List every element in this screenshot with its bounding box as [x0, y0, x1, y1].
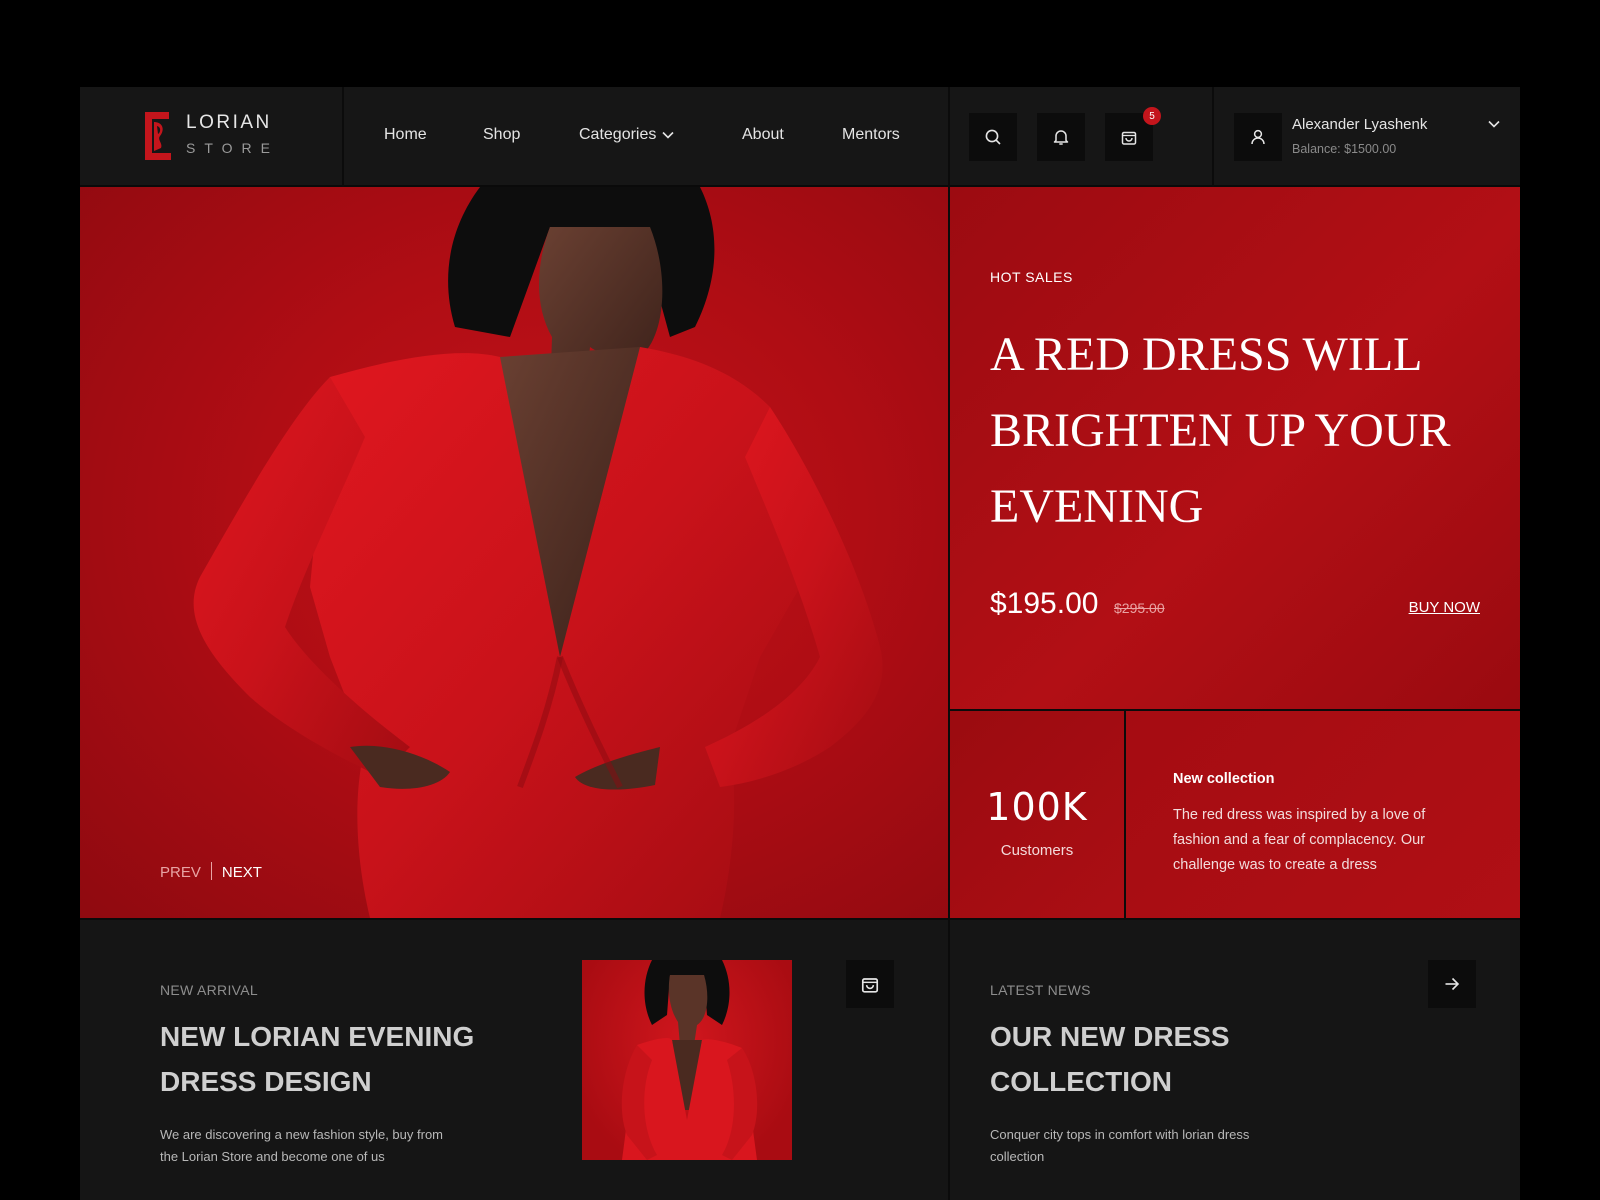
arrival-product-image[interactable]	[582, 960, 792, 1160]
nav-home[interactable]: Home	[384, 126, 427, 144]
buy-now-link[interactable]: BUY NOW	[1409, 599, 1480, 616]
customers-stat: 100K Customers	[950, 711, 1124, 918]
header-tools: 5	[950, 87, 1212, 187]
pager-divider	[210, 862, 212, 880]
promo-title: A RED DRESS WILL BRIGHTEN UP YOUR EVENIN…	[990, 317, 1510, 545]
hero-model-image	[193, 187, 883, 918]
arrival-text: We are discovering a new fashion style, …	[160, 1127, 444, 1164]
collection-title: New collection	[1173, 771, 1275, 787]
news-text: Conquer city tops in comfort with lorian…	[990, 1127, 1250, 1164]
arrow-right-icon	[1445, 977, 1460, 991]
nav-categories[interactable]: Categories	[579, 126, 674, 144]
arrival-title-line: NEW LORIAN EVENING	[160, 1021, 475, 1052]
main-nav: Home Shop Categories About Mentors	[344, 87, 948, 187]
brand-logo[interactable]: LORIAN STORE	[80, 87, 342, 187]
stat-label: Customers	[1000, 842, 1074, 859]
new-collection-card: New collection The red dress was inspire…	[1126, 711, 1520, 918]
search-icon	[985, 129, 1001, 145]
chevron-down-icon	[662, 131, 674, 139]
collection-text: The red dress was inspired by a love of …	[1173, 807, 1426, 873]
news-next-button[interactable]	[1428, 960, 1476, 1008]
hero-pager: PREV NEXT	[160, 862, 262, 881]
hero-banner: PREV NEXT	[80, 187, 948, 918]
notifications-button[interactable]	[1037, 113, 1085, 161]
user-name: Alexander Lyashenk	[1292, 116, 1428, 133]
nav-mentors[interactable]: Mentors	[842, 126, 900, 144]
nav-shop[interactable]: Shop	[483, 126, 520, 144]
news-tag: LATEST NEWS	[990, 982, 1091, 998]
nav-about[interactable]: About	[742, 126, 784, 144]
user-icon	[1251, 129, 1265, 145]
shopping-bag-icon	[1121, 131, 1137, 145]
arrival-title-line: DRESS DESIGN	[160, 1066, 372, 1097]
bell-icon	[1053, 130, 1069, 145]
search-button[interactable]	[969, 113, 1017, 161]
brand-name: LORIAN	[186, 112, 272, 133]
chevron-down-icon[interactable]	[1488, 120, 1500, 128]
arrival-tag: NEW ARRIVAL	[160, 982, 258, 998]
news-title-line: OUR NEW DRESS	[990, 1021, 1230, 1052]
brand-subtitle: STORE	[186, 140, 279, 156]
nav-categories-label: Categories	[579, 126, 657, 143]
promo-tag: HOT SALES	[990, 269, 1073, 285]
top-header: LORIAN STORE Home Shop Categories About …	[80, 87, 1520, 187]
news-title[interactable]: OUR NEW DRESS COLLECTION	[990, 1014, 1230, 1104]
avatar[interactable]	[1234, 113, 1282, 161]
latest-news-card: LATEST NEWS OUR NEW DRESS COLLECTION Con…	[950, 920, 1520, 1200]
cart-count-badge: 5	[1143, 107, 1161, 125]
stat-value: 100K	[986, 785, 1088, 829]
arrival-model-image	[621, 960, 758, 1160]
promo-title-line: EVENING	[990, 480, 1204, 533]
news-title-line: COLLECTION	[990, 1066, 1172, 1097]
logo-mark-icon	[145, 112, 171, 160]
add-to-cart-button[interactable]	[846, 960, 894, 1008]
current-price: $195.00	[990, 587, 1099, 620]
shopping-bag-icon	[861, 978, 879, 993]
user-menu[interactable]: Alexander Lyashenk Balance: $1500.00	[1214, 87, 1520, 187]
promo-title-line: BRIGHTEN UP YOUR	[990, 404, 1451, 457]
prev-button[interactable]: PREV	[160, 864, 201, 881]
user-balance: Balance: $1500.00	[1292, 142, 1397, 156]
hot-sales-card: HOT SALES A RED DRESS WILL BRIGHTEN UP Y…	[950, 187, 1520, 709]
next-button[interactable]: NEXT	[222, 864, 262, 881]
cart-button[interactable]: 5	[1105, 107, 1161, 161]
promo-title-line: A RED DRESS WILL	[990, 328, 1423, 381]
old-price: $295.00	[1114, 600, 1165, 616]
arrival-title[interactable]: NEW LORIAN EVENING DRESS DESIGN	[160, 1014, 474, 1104]
new-arrival-card: NEW ARRIVAL NEW LORIAN EVENING DRESS DES…	[80, 920, 948, 1200]
page-frame: LORIAN STORE Home Shop Categories About …	[80, 87, 1520, 1200]
